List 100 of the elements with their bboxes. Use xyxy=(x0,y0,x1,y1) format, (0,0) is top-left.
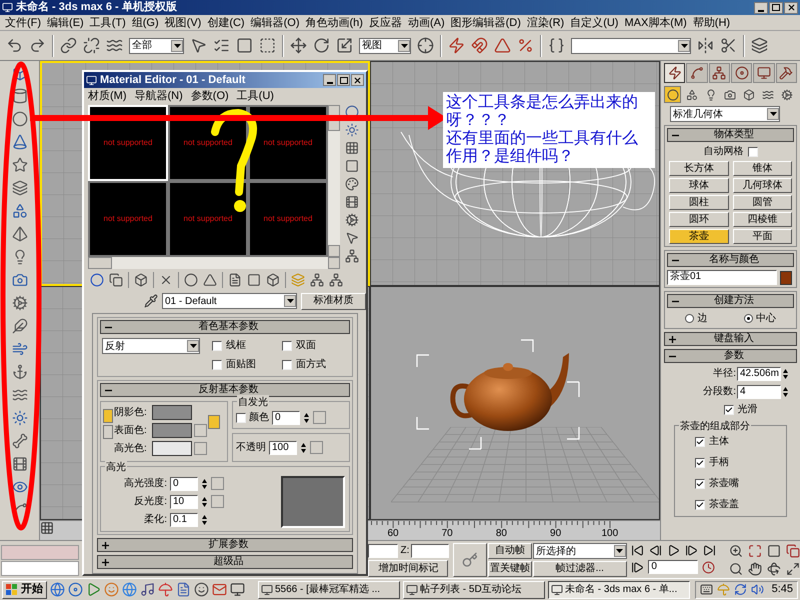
checkbox[interactable] xyxy=(748,146,758,156)
monitor-icon[interactable] xyxy=(756,66,771,80)
input-field[interactable]: 0.1 xyxy=(170,512,198,526)
spinner-icon[interactable] xyxy=(303,412,310,424)
maximize-button[interactable] xyxy=(769,2,783,14)
rollout-header[interactable]: 反射基本参数 xyxy=(100,383,350,397)
input-field[interactable] xyxy=(411,544,450,558)
menu-item[interactable]: 角色动画(h) xyxy=(302,16,366,30)
square-icon[interactable] xyxy=(236,37,253,54)
rotate-icon[interactable] xyxy=(313,37,330,54)
checkbox[interactable] xyxy=(695,500,705,510)
close-button[interactable] xyxy=(784,2,798,14)
button[interactable]: 置关键帧 xyxy=(488,561,532,577)
feather-icon[interactable] xyxy=(12,318,28,334)
bolt-icon[interactable] xyxy=(448,37,465,54)
button[interactable]: 帧过滤器... xyxy=(532,561,627,577)
zoom-icon[interactable] xyxy=(728,544,743,558)
go-to-start-icon[interactable] xyxy=(631,544,644,557)
hammer-icon[interactable] xyxy=(779,66,794,80)
button[interactable]: 四棱锥 xyxy=(732,212,792,227)
rollout-header[interactable]: 扩展参数 xyxy=(97,538,353,552)
sphere-icon[interactable] xyxy=(90,273,104,287)
redo-icon[interactable] xyxy=(29,37,46,54)
crosshair-icon[interactable] xyxy=(417,37,434,54)
button[interactable]: 标准材质 xyxy=(301,292,366,310)
waves-icon[interactable] xyxy=(12,387,28,403)
monitor-icon[interactable] xyxy=(230,582,245,597)
panel-tab[interactable] xyxy=(776,63,797,83)
unlink-icon[interactable] xyxy=(83,37,100,54)
disc-icon[interactable] xyxy=(734,66,749,80)
spinner-icon[interactable] xyxy=(201,514,208,526)
layers-icon[interactable] xyxy=(751,37,768,54)
sphere-icon[interactable] xyxy=(184,273,198,287)
name-field[interactable]: 茶壶01 xyxy=(667,270,777,285)
square-icon[interactable] xyxy=(247,273,261,287)
eyedropper-icon[interactable] xyxy=(144,294,158,308)
rollout-header[interactable]: 名称与颜色 xyxy=(667,253,794,267)
color-swatch[interactable] xyxy=(152,423,192,438)
button[interactable]: 长方体 xyxy=(669,161,728,176)
bone-icon[interactable] xyxy=(12,433,28,449)
triangle-icon[interactable] xyxy=(494,37,511,54)
color-swatch[interactable] xyxy=(152,441,192,456)
waves-icon[interactable] xyxy=(106,37,123,54)
button[interactable]: 锥体 xyxy=(732,161,792,176)
play-icon[interactable] xyxy=(667,544,680,557)
delete-icon[interactable] xyxy=(159,273,173,287)
frame-field[interactable]: 0 xyxy=(648,560,698,574)
menu-item[interactable]: 帮助(H) xyxy=(690,16,734,30)
taskbar-button[interactable]: 5566 - [最棒冠军精选 ... xyxy=(258,580,400,598)
key-button[interactable] xyxy=(453,543,487,577)
menu-item[interactable]: MAX脚本(M) xyxy=(621,16,690,30)
checkbox[interactable] xyxy=(212,340,222,350)
wind-icon[interactable] xyxy=(12,341,28,357)
menu-item[interactable]: 工具(U) xyxy=(236,88,274,105)
material-slot[interactable]: not supported xyxy=(248,181,328,257)
button[interactable]: 增加时间标记 xyxy=(368,560,448,577)
spinner-icon[interactable] xyxy=(201,478,208,490)
mirror-icon[interactable] xyxy=(697,37,714,54)
dashed-square-icon[interactable] xyxy=(259,37,276,54)
button[interactable]: 圆管 xyxy=(732,195,792,210)
rollout-header[interactable]: 创建方法 xyxy=(667,294,794,308)
square-icon[interactable] xyxy=(766,544,781,558)
palette-icon[interactable] xyxy=(345,177,359,191)
cog-icon[interactable] xyxy=(12,295,28,311)
go-to-end-icon[interactable] xyxy=(703,544,716,557)
checkbox[interactable] xyxy=(282,340,292,350)
color-swatch[interactable] xyxy=(780,270,792,284)
braces-icon[interactable] xyxy=(548,37,565,54)
copy-icon[interactable] xyxy=(109,273,123,287)
checkbox[interactable] xyxy=(724,404,734,414)
camera-icon[interactable] xyxy=(12,272,28,288)
pointer-icon[interactable] xyxy=(345,231,359,245)
square-icon[interactable] xyxy=(345,159,359,173)
button[interactable]: 几何球体 xyxy=(732,178,792,193)
radio-button[interactable] xyxy=(685,314,694,323)
circle-icon[interactable] xyxy=(12,111,28,127)
button[interactable]: 自动帧 xyxy=(488,543,532,559)
rollout-header[interactable]: 超级品 xyxy=(97,555,353,569)
orbit-icon[interactable] xyxy=(766,562,781,576)
percent-icon[interactable] xyxy=(517,37,534,54)
checker-icon[interactable] xyxy=(345,141,359,155)
checkbox[interactable] xyxy=(282,360,292,370)
magnet-icon[interactable] xyxy=(471,37,488,54)
dropdown[interactable]: 全部 xyxy=(129,38,184,54)
refresh-icon[interactable] xyxy=(734,583,747,596)
checkbox[interactable] xyxy=(212,360,222,370)
disc-icon[interactable] xyxy=(68,582,83,597)
horizontal-scrollbar[interactable] xyxy=(88,257,340,269)
next-frame-icon[interactable] xyxy=(685,544,698,557)
color-swatch[interactable] xyxy=(152,405,192,420)
color-mode-button[interactable] xyxy=(103,425,113,439)
pyramid-icon[interactable] xyxy=(12,226,28,242)
input-field[interactable]: 10 xyxy=(170,494,198,508)
hierarchy-icon[interactable] xyxy=(329,273,343,287)
search-icon[interactable] xyxy=(728,562,743,576)
maximize-button[interactable] xyxy=(337,74,350,86)
curve-icon[interactable] xyxy=(690,66,704,80)
link-icon[interactable] xyxy=(60,37,77,54)
hand-icon[interactable] xyxy=(748,562,762,576)
eye-icon[interactable] xyxy=(12,479,28,495)
